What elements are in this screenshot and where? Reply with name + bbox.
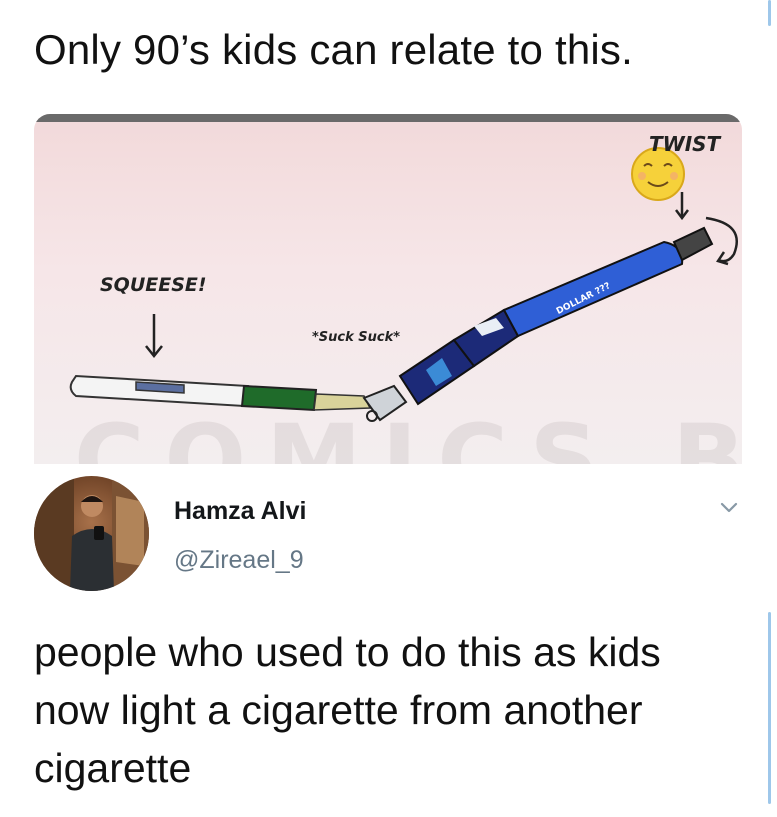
pen-nib bbox=[362, 384, 408, 422]
scroll-indicator-top bbox=[768, 0, 771, 26]
tweet-text: people who used to do this as kids now l… bbox=[34, 629, 661, 791]
tweet-author-name[interactable]: Hamza Alvi bbox=[174, 497, 306, 526]
tweet-author-handle[interactable]: @Zireael_9 bbox=[174, 546, 304, 575]
label-squeese: SQUEESE! bbox=[100, 274, 207, 296]
scroll-indicator-bottom bbox=[768, 612, 771, 804]
pen-body bbox=[398, 226, 714, 406]
label-suck-suck: *Suck Suck* bbox=[312, 330, 401, 345]
ink-refill bbox=[69, 374, 372, 412]
chevron-down-icon[interactable] bbox=[717, 495, 741, 519]
comic-image[interactable]: COMICS BY bbox=[34, 114, 742, 464]
label-twist: TWIST bbox=[649, 132, 721, 156]
arrow-squeese bbox=[145, 314, 163, 359]
avatar[interactable] bbox=[34, 476, 149, 591]
avatar-photo bbox=[34, 476, 149, 591]
post-header-text: Only 90’s kids can relate to this. bbox=[34, 26, 633, 73]
